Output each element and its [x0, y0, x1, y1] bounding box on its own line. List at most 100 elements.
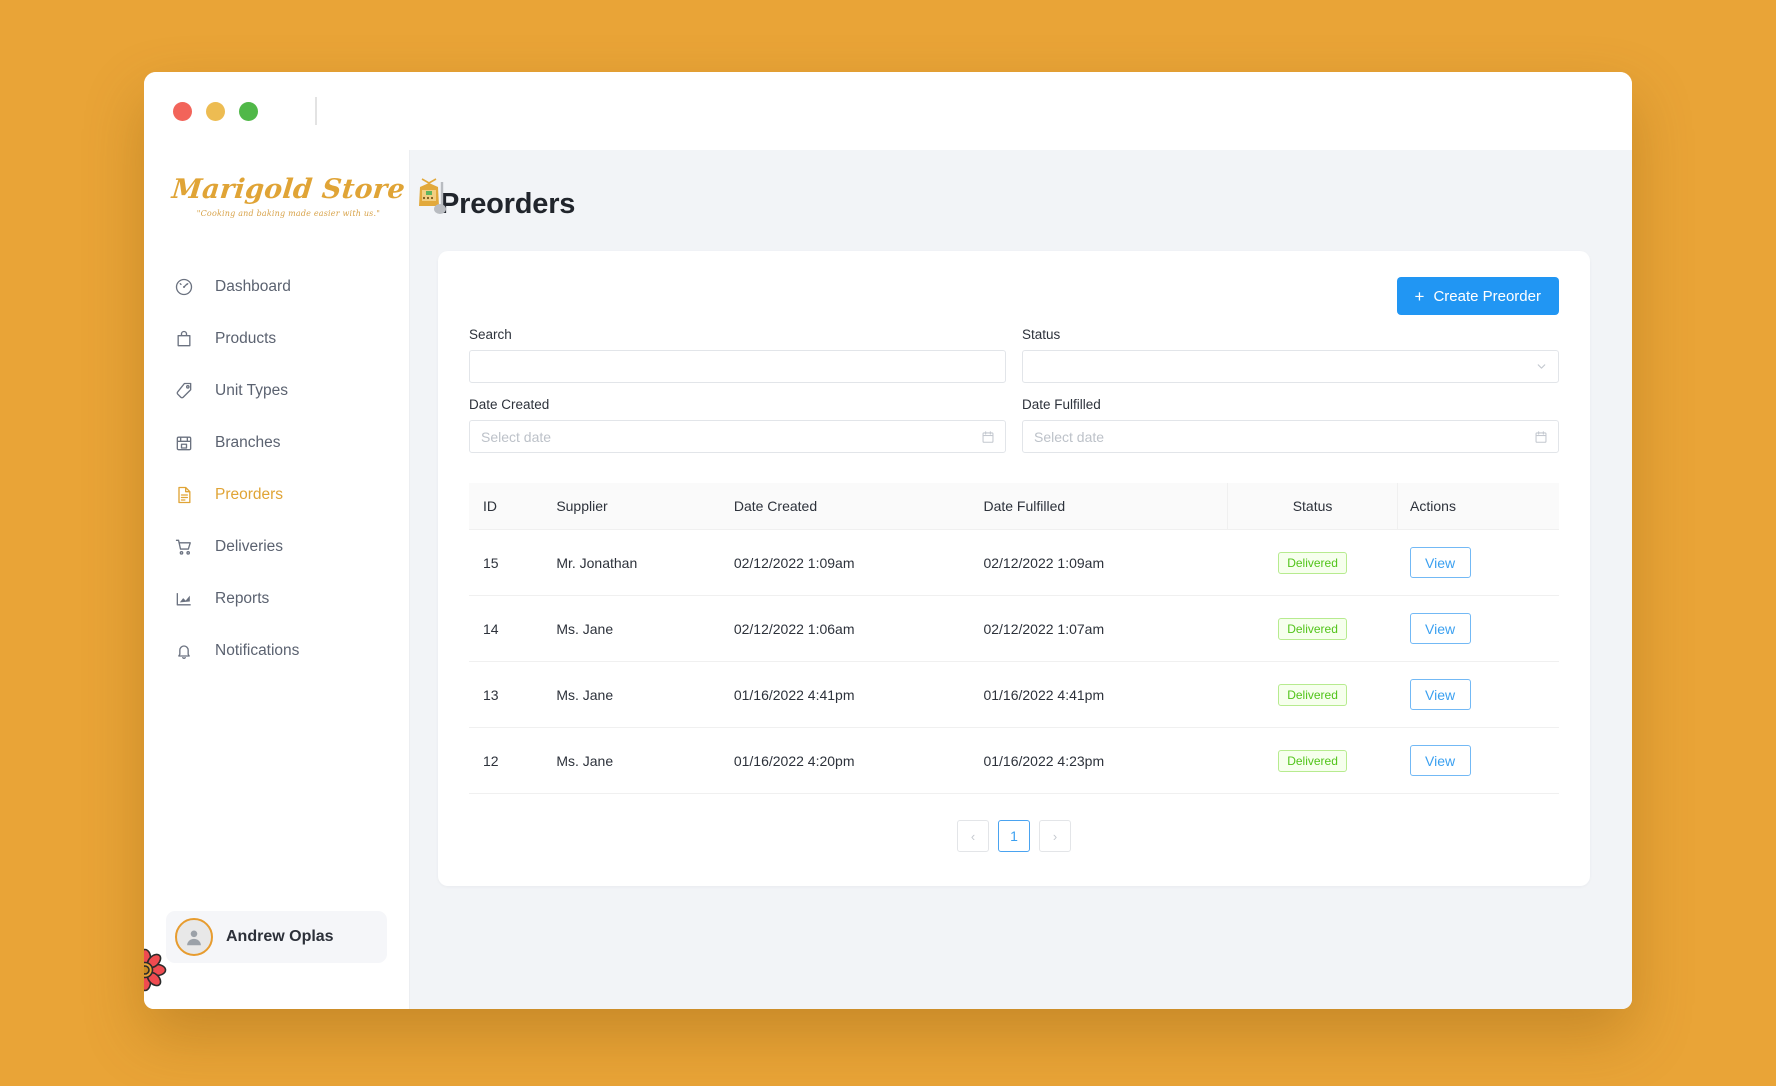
- sidebar-item-preorders[interactable]: Preorders: [144, 469, 409, 521]
- date-fulfilled-picker[interactable]: [1022, 420, 1559, 453]
- chart-icon: [173, 589, 194, 610]
- pagination-page-1[interactable]: 1: [998, 820, 1030, 852]
- cart-icon: [173, 537, 194, 558]
- marigold-flower-icon: [144, 947, 168, 993]
- cell-actions: View: [1397, 595, 1559, 662]
- bell-icon: [173, 641, 194, 662]
- table-row: 12 Ms. Jane 01/16/2022 4:20pm 01/16/2022…: [469, 727, 1559, 794]
- sidebar-item-dashboard[interactable]: Dashboard: [144, 261, 409, 313]
- column-header-actions: Actions: [1397, 483, 1559, 530]
- cell-id: 12: [469, 727, 545, 794]
- sidebar-item-label: Notifications: [215, 642, 300, 659]
- sidebar-item-unit-types[interactable]: Unit Types: [144, 365, 409, 417]
- user-name: Andrew Oplas: [226, 928, 334, 945]
- bag-icon: [173, 329, 194, 350]
- maximize-window-icon[interactable]: [239, 101, 258, 121]
- cell-actions: View: [1397, 661, 1559, 728]
- search-input-wrapper[interactable]: [469, 350, 1006, 383]
- preorders-table: ID Supplier Date Created Date Fulfilled …: [469, 483, 1559, 794]
- store-icon: [173, 433, 194, 454]
- close-window-icon[interactable]: [173, 101, 192, 121]
- date-created-label: Date Created: [469, 397, 550, 412]
- chef-apron-ladle-icon: [409, 178, 449, 225]
- table-header-row: ID Supplier Date Created Date Fulfilled …: [469, 483, 1559, 530]
- cell-supplier: Mr. Jonathan: [544, 529, 722, 596]
- search-input[interactable]: [481, 351, 994, 382]
- sidebar-item-label: Branches: [215, 434, 281, 451]
- sidebar-item-deliveries[interactable]: Deliveries: [144, 521, 409, 573]
- column-header-status: Status: [1227, 483, 1398, 530]
- date-fulfilled-input[interactable]: [1034, 421, 1547, 452]
- cell-date-fulfilled: 02/12/2022 1:09am: [971, 529, 1228, 596]
- status-select-value[interactable]: [1034, 351, 1547, 382]
- search-field: Search: [469, 327, 1006, 383]
- cell-supplier: Ms. Jane: [544, 595, 722, 662]
- view-button[interactable]: View: [1409, 613, 1471, 644]
- status-badge: Delivered: [1278, 551, 1347, 574]
- minimize-window-icon[interactable]: [206, 101, 225, 121]
- window-titlebar: [144, 72, 1632, 150]
- table-row: 13 Ms. Jane 01/16/2022 4:41pm 01/16/2022…: [469, 661, 1559, 728]
- date-fulfilled-field: Date Fulfilled: [1022, 397, 1559, 453]
- search-label: Search: [469, 327, 512, 342]
- create-preorder-label: Create Preorder: [1433, 287, 1541, 305]
- cell-id: 15: [469, 529, 545, 596]
- preorders-card: + Create Preorder Search Status Date Cre…: [438, 251, 1590, 886]
- cell-actions: View: [1397, 529, 1559, 596]
- status-field: Status: [1022, 327, 1559, 383]
- calendar-icon[interactable]: [981, 430, 995, 444]
- pagination-next-button[interactable]: ›: [1039, 820, 1071, 852]
- avatar: [175, 918, 213, 956]
- page-title: Preorders: [440, 188, 576, 220]
- cell-date-created: 01/16/2022 4:20pm: [721, 727, 972, 794]
- cell-supplier: Ms. Jane: [544, 727, 722, 794]
- card-toolbar: + Create Preorder: [469, 277, 1559, 315]
- user-profile[interactable]: Andrew Oplas: [166, 911, 387, 963]
- plus-icon: +: [1414, 286, 1425, 306]
- sidebar-item-label: Preorders: [215, 486, 284, 503]
- cell-status: Delivered: [1227, 595, 1398, 662]
- create-preorder-button[interactable]: + Create Preorder: [1396, 277, 1559, 315]
- view-button[interactable]: View: [1409, 547, 1471, 578]
- cell-supplier: Ms. Jane: [544, 661, 722, 728]
- sidebar-item-label: Reports: [215, 590, 270, 607]
- cell-id: 14: [469, 595, 545, 662]
- sidebar-item-label: Dashboard: [215, 278, 291, 295]
- status-select[interactable]: [1022, 350, 1559, 383]
- cell-date-fulfilled: 01/16/2022 4:41pm: [971, 661, 1228, 728]
- sidebar-item-products[interactable]: Products: [144, 313, 409, 365]
- sidebar-item-branches[interactable]: Branches: [144, 417, 409, 469]
- filters-panel: Search Status Date Created Select date D…: [469, 327, 1559, 465]
- sidebar-item-label: Unit Types: [215, 382, 288, 399]
- cell-date-created: 01/16/2022 4:41pm: [721, 661, 972, 728]
- sidebar-item-reports[interactable]: Reports: [144, 573, 409, 625]
- main-content: Preorders + Create Preorder Search Statu…: [410, 150, 1632, 1009]
- date-fulfilled-label: Date Fulfilled: [1022, 397, 1101, 412]
- brand-name: Marigold Store: [170, 174, 407, 205]
- table-body: 15 Mr. Jonathan 02/12/2022 1:09am 02/12/…: [469, 529, 1559, 794]
- column-header-date-fulfilled: Date Fulfilled: [971, 483, 1228, 530]
- status-badge: Delivered: [1278, 683, 1347, 706]
- tag-icon: [173, 381, 194, 402]
- column-header-supplier: Supplier: [544, 483, 722, 530]
- pagination-prev-button[interactable]: ‹: [957, 820, 989, 852]
- cell-id: 13: [469, 661, 545, 728]
- brand-logo[interactable]: Marigold Store "Cooking and baking made …: [144, 150, 446, 245]
- date-created-picker[interactable]: [469, 420, 1006, 453]
- traffic-lights: [173, 101, 258, 121]
- date-created-field: Date Created: [469, 397, 1006, 453]
- sidebar-item-notifications[interactable]: Notifications: [144, 625, 409, 677]
- sidebar-nav: Dashboard Products Unit Types Branches P…: [144, 261, 409, 677]
- cell-status: Delivered: [1227, 727, 1398, 794]
- view-button[interactable]: View: [1409, 679, 1471, 710]
- column-header-id: ID: [469, 483, 545, 530]
- sidebar: Marigold Store "Cooking and baking made …: [144, 150, 446, 1009]
- date-created-input[interactable]: [481, 421, 994, 452]
- cell-actions: View: [1397, 727, 1559, 794]
- calendar-icon[interactable]: [1534, 430, 1548, 444]
- view-button[interactable]: View: [1409, 745, 1471, 776]
- cell-date-created: 02/12/2022 1:09am: [721, 529, 972, 596]
- status-badge: Delivered: [1278, 617, 1347, 640]
- chevron-down-icon: [1535, 360, 1548, 373]
